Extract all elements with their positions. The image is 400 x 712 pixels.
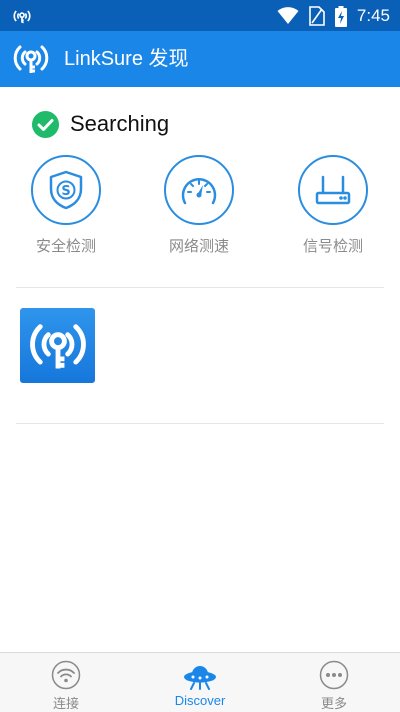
security-check-button[interactable]: S 安全检测 bbox=[11, 155, 121, 256]
bottom-nav: 连接 Discover 更多 bbox=[0, 652, 400, 712]
app-bar: LinkSure 发现 bbox=[0, 31, 400, 87]
status-time: 7:45 bbox=[356, 6, 390, 25]
signal-check-icon-circle bbox=[298, 155, 368, 225]
wifi-key-app-tile[interactable] bbox=[20, 308, 95, 383]
search-status: Searching bbox=[32, 108, 169, 140]
more-icon bbox=[319, 660, 349, 690]
signal-check-label: 信号检测 bbox=[302, 237, 363, 255]
speed-test-label: 网络测速 bbox=[168, 237, 229, 255]
wifi-key-logo-icon bbox=[13, 45, 49, 73]
nav-discover[interactable]: Discover bbox=[140, 653, 260, 712]
wifi-signal-icon bbox=[277, 7, 299, 24]
check-circle-icon bbox=[32, 110, 59, 138]
nav-connect[interactable]: 连接 bbox=[6, 653, 126, 712]
ufo-icon bbox=[184, 666, 216, 690]
status-bar: 7:45 bbox=[0, 0, 400, 31]
divider bbox=[16, 423, 384, 424]
battery-charging-icon bbox=[334, 5, 347, 27]
security-check-icon-circle: S bbox=[31, 155, 101, 225]
nav-connect-label: 连接 bbox=[52, 696, 79, 711]
nav-discover-label: Discover bbox=[174, 693, 226, 708]
wifi-icon bbox=[51, 660, 81, 690]
wifi-key-app-icon bbox=[29, 323, 86, 369]
signal-check-button[interactable]: 信号检测 bbox=[278, 155, 388, 256]
shield-s-icon: S bbox=[49, 170, 83, 210]
wifi-key-icon bbox=[13, 10, 31, 24]
nav-more-label: 更多 bbox=[320, 696, 347, 711]
speed-test-icon-circle bbox=[164, 155, 234, 225]
divider bbox=[16, 287, 384, 288]
router-icon bbox=[315, 175, 351, 205]
security-check-label: 安全检测 bbox=[35, 237, 96, 255]
speedometer-icon bbox=[181, 178, 217, 205]
no-sim-icon bbox=[309, 6, 325, 26]
page-title: LinkSure 发现 bbox=[64, 48, 189, 70]
nav-more[interactable]: 更多 bbox=[274, 653, 394, 712]
search-status-label: Searching bbox=[70, 111, 170, 136]
speed-test-button[interactable]: 网络测速 bbox=[144, 155, 254, 256]
svg-text:S: S bbox=[61, 184, 70, 199]
